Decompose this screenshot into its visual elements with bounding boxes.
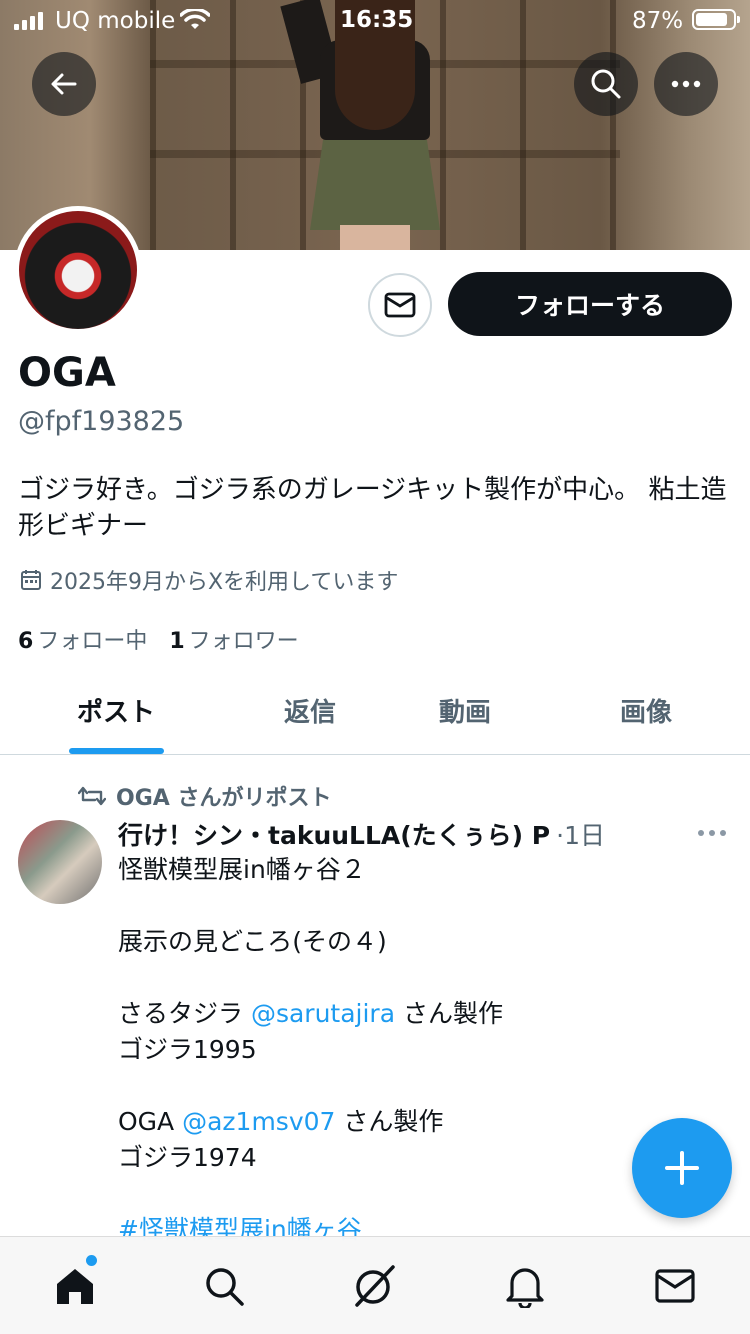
profile-name: OGA <box>18 350 116 396</box>
battery-icon <box>692 9 740 30</box>
search-icon <box>206 1268 244 1306</box>
tab-images[interactable]: 画像 <box>620 692 672 729</box>
post-line: ゴジラ1974 <box>118 1143 257 1172</box>
home-icon <box>57 1269 93 1304</box>
post-line: さるタジラ @sarutajira さん製作 <box>118 999 503 1028</box>
nav-search[interactable] <box>199 1261 249 1311</box>
clock: 16:35 <box>340 7 414 33</box>
nav-notifications[interactable] <box>500 1261 550 1311</box>
profile-bio: ゴジラ好き。ゴジラ系のガレージキット製作が中心。 粘土造形ビギナー <box>18 475 727 541</box>
bell-icon <box>506 1268 544 1308</box>
joined-date: 2025年9月からXを利用しています <box>20 564 398 596</box>
following-link[interactable]: 6 フォロー中 <box>18 623 147 655</box>
wifi-icon <box>180 9 210 29</box>
post-line: OGA @az1msv07 さん製作 <box>118 1107 444 1136</box>
active-tab-indicator <box>69 748 164 754</box>
profile-tabs: ポスト 返信 動画 画像 <box>0 670 750 755</box>
message-button[interactable] <box>368 273 432 337</box>
search-button[interactable] <box>574 52 638 116</box>
profile-avatar[interactable] <box>14 206 142 334</box>
followers-link[interactable]: 1 フォロワー <box>169 623 298 655</box>
more-horizontal-icon <box>671 80 701 88</box>
more-button[interactable] <box>654 52 718 116</box>
grok-icon <box>355 1265 395 1307</box>
post-author-avatar[interactable] <box>18 820 102 904</box>
repost-label: OGA さんがリポスト <box>116 786 332 811</box>
tab-posts[interactable]: ポスト <box>77 692 155 729</box>
arrow-left-icon <box>51 73 77 95</box>
tab-videos[interactable]: 動画 <box>439 692 491 729</box>
post-line: 展示の見どころ(その４) <box>118 927 387 956</box>
post-line: 怪獣模型展in幡ヶ谷２ <box>118 855 366 884</box>
tab-replies[interactable]: 返信 <box>284 692 336 729</box>
mail-icon <box>384 292 416 318</box>
compose-button[interactable] <box>632 1118 732 1218</box>
status-bar: UQ mobile 16:35 87% <box>0 0 750 40</box>
mail-icon <box>655 1269 695 1303</box>
back-button[interactable] <box>32 52 96 116</box>
plus-icon <box>665 1151 699 1185</box>
carrier-name: UQ mobile <box>55 8 176 34</box>
post-more-button[interactable] <box>698 830 726 836</box>
calendar-icon <box>21 570 41 590</box>
follow-stats: 6 フォロー中 1 フォロワー <box>18 623 299 655</box>
signal-icon <box>14 12 43 30</box>
repost-icon <box>78 786 106 806</box>
mention-link[interactable]: @az1msv07 <box>182 1107 335 1136</box>
home-notification-dot <box>86 1255 97 1266</box>
post-line: ゴジラ1995 <box>118 1035 257 1064</box>
battery-percent: 87% <box>632 8 684 34</box>
post-timestamp: ·1日 <box>556 821 605 850</box>
repost-indicator: OGA さんがリポスト <box>78 780 331 812</box>
profile-handle: @fpf193825 <box>18 406 185 437</box>
follow-button[interactable]: フォローする <box>448 272 732 336</box>
bottom-navigation <box>0 1236 750 1334</box>
joined-text: 2025年9月からXを利用しています <box>50 570 399 595</box>
post-text: 怪獣模型展in幡ヶ谷２ 展示の見どころ(その４) さるタジラ @sarutaji… <box>118 852 718 1248</box>
nav-home[interactable] <box>50 1261 100 1311</box>
nav-grok[interactable] <box>349 1261 399 1311</box>
mention-link[interactable]: @sarutajira <box>251 999 395 1028</box>
post-header: 行け！シン・takuuLLA(たくぅら) P ·1日 <box>118 816 605 852</box>
nav-messages[interactable] <box>650 1261 700 1311</box>
search-icon <box>591 69 621 99</box>
post-author-name[interactable]: 行け！シン・takuuLLA(たくぅら) P <box>118 816 550 852</box>
